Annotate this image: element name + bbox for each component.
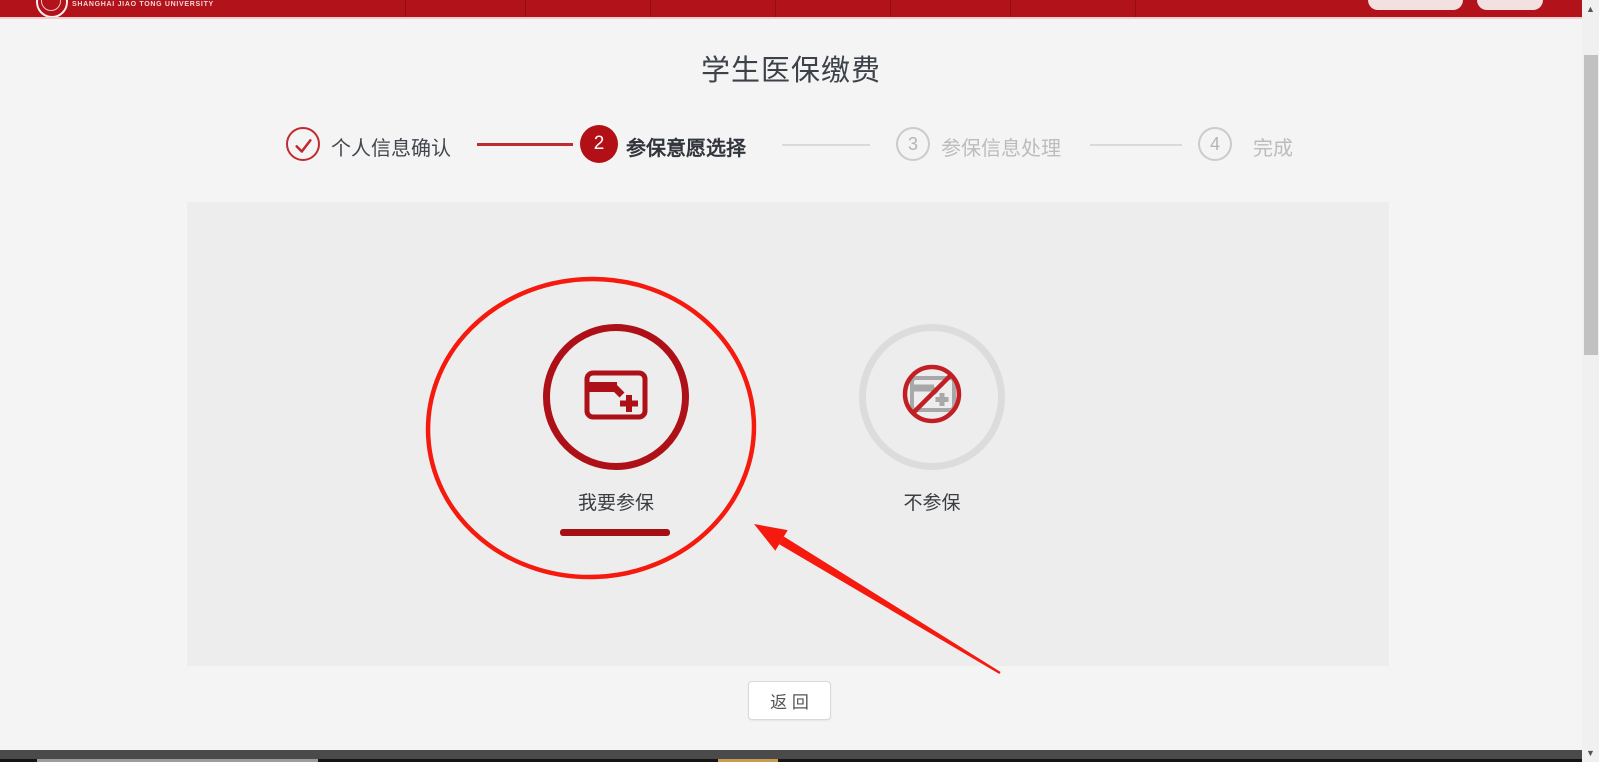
option-decline[interactable]: 不参保 — [859, 324, 1005, 520]
page-title: 学生医保缴费 — [0, 47, 1582, 89]
selected-underline — [560, 529, 670, 536]
enroll-ring — [543, 324, 689, 470]
step-4-circle: 4 — [1198, 127, 1232, 161]
back-button[interactable]: 返 回 — [748, 681, 831, 720]
header-button-right[interactable] — [1477, 0, 1543, 10]
nav-divider — [775, 0, 776, 17]
header-button-left[interactable] — [1368, 0, 1463, 10]
step-3-circle: 3 — [896, 127, 930, 161]
step-3-label: 参保信息处理 — [941, 132, 1061, 161]
no-insurance-card-icon — [892, 361, 972, 427]
nav-divider — [1010, 0, 1011, 17]
step-1-circle — [286, 127, 320, 161]
top-nav-bar: SHANGHAI JIAO TONG UNIVERSITY — [0, 0, 1582, 19]
step-connector — [782, 144, 870, 146]
nav-divider — [650, 0, 651, 17]
taskbar — [0, 750, 1584, 759]
check-icon — [289, 131, 318, 160]
decline-label: 不参保 — [859, 488, 1005, 515]
nav-divider — [1135, 0, 1136, 17]
university-name: SHANGHAI JIAO TONG UNIVERSITY — [72, 1, 214, 8]
step-connector — [1090, 144, 1182, 146]
nav-divider — [525, 0, 526, 17]
enroll-label: 我要参保 — [543, 488, 689, 515]
decline-ring — [859, 324, 1005, 470]
scrollbar-thumb[interactable] — [1584, 55, 1598, 355]
nav-divider — [890, 0, 891, 17]
content-panel — [187, 202, 1389, 666]
step-1-label: 个人信息确认 — [331, 132, 451, 161]
add-insurance-card-icon — [583, 368, 649, 422]
step-connector — [477, 143, 573, 146]
step-2-circle: 2 — [580, 125, 618, 163]
option-enroll[interactable]: 我要参保 — [543, 324, 689, 520]
step-2-label: 参保意愿选择 — [626, 132, 746, 161]
scrollbar-up-arrow-icon[interactable]: ▲ — [1582, 2, 1599, 16]
nav-divider — [405, 0, 406, 17]
page: SHANGHAI JIAO TONG UNIVERSITY 学生医保缴费 个人信… — [0, 0, 1599, 762]
scrollbar-down-arrow-icon[interactable]: ▼ — [1582, 746, 1599, 760]
step-4-label: 完成 — [1253, 132, 1293, 161]
